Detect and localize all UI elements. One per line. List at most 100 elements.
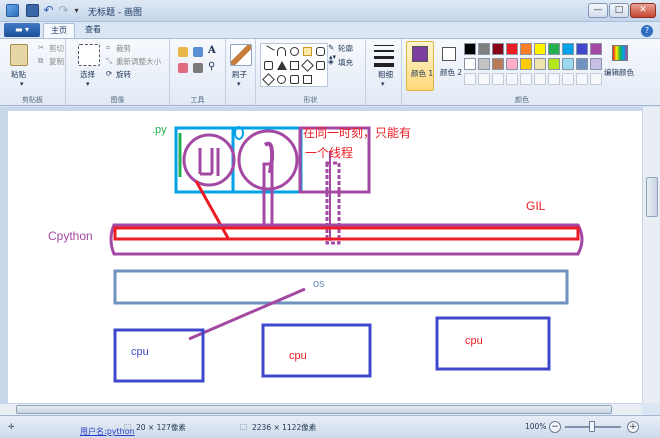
resize-icon[interactable]: ⤡ [106, 56, 112, 66]
horizontal-scroll-thumb[interactable] [16, 405, 612, 414]
palette-swatch[interactable] [576, 58, 588, 70]
fill-button[interactable]: 填充 [338, 57, 353, 68]
star-shape-icon[interactable] [303, 75, 312, 84]
copy-button[interactable]: 复制 [49, 56, 64, 67]
rotate-icon[interactable]: ⟳ [106, 69, 112, 78]
paste-dropdown-icon[interactable]: ▾ [20, 80, 24, 88]
palette-swatch[interactable] [590, 58, 602, 70]
palette-swatch[interactable] [492, 58, 504, 70]
cut-button[interactable]: 剪切 [49, 43, 64, 54]
color2-button[interactable]: 颜色 2 [438, 41, 464, 91]
undo-icon[interactable]: ↶ [42, 4, 55, 17]
palette-swatch[interactable] [576, 43, 588, 55]
curve-shape-icon[interactable] [277, 47, 286, 56]
color-picker-icon[interactable] [193, 63, 203, 73]
custom-color-slot[interactable] [520, 73, 532, 85]
select-icon[interactable] [78, 44, 100, 66]
rounded-rect-shape-icon[interactable] [316, 47, 325, 56]
quick-access-dropdown-icon[interactable]: ▾ [70, 4, 83, 17]
palette-swatch[interactable] [590, 43, 602, 55]
size-button[interactable]: 粗细 [378, 69, 393, 80]
palette-swatch[interactable] [562, 43, 574, 55]
rotate-button[interactable]: 旋转 [116, 69, 131, 80]
right-triangle-shape-icon[interactable] [290, 61, 299, 70]
vertical-scroll-thumb[interactable] [646, 177, 658, 217]
file-menu-button[interactable]: ▬ ▾ [4, 23, 40, 37]
palette-swatch[interactable] [506, 58, 518, 70]
paint-app-icon[interactable] [6, 4, 19, 17]
palette-swatch[interactable] [520, 43, 532, 55]
redo-icon[interactable]: ↷ [57, 4, 70, 17]
rectangle-shape-icon[interactable] [303, 47, 312, 56]
custom-color-slot[interactable] [590, 73, 602, 85]
custom-color-slot[interactable] [478, 73, 490, 85]
palette-swatch[interactable] [506, 43, 518, 55]
custom-color-slot[interactable] [534, 73, 546, 85]
horizontal-scrollbar[interactable] [0, 403, 642, 415]
minimize-button[interactable]: — [588, 3, 608, 18]
zoom-in-button[interactable]: + [627, 421, 639, 433]
save-icon[interactable] [26, 4, 39, 17]
line-shape-icon[interactable] [262, 45, 275, 58]
palette-swatch[interactable] [478, 58, 490, 70]
custom-color-slot[interactable] [562, 73, 574, 85]
zoom-slider-thumb[interactable] [589, 421, 595, 432]
oval-shape-icon[interactable] [290, 47, 299, 56]
select-button[interactable]: 选择 [80, 69, 95, 80]
diamond-alt-shape-icon[interactable] [262, 73, 275, 86]
crop-icon[interactable]: ⌗ [106, 43, 110, 53]
help-icon[interactable]: ? [641, 25, 653, 37]
palette-swatch[interactable] [562, 58, 574, 70]
polygon-shape-icon[interactable] [264, 61, 273, 70]
edit-colors-button[interactable]: 编辑颜色 [604, 67, 634, 78]
palette-swatch[interactable] [478, 43, 490, 55]
palette-swatch[interactable] [548, 43, 560, 55]
brushes-button[interactable]: 刷子 [232, 69, 247, 80]
custom-color-slot[interactable] [548, 73, 560, 85]
color1-button[interactable]: 颜色 1 [406, 41, 434, 91]
paste-button[interactable]: 粘贴 [11, 69, 26, 80]
resize-button[interactable]: 重新调整大小 [116, 56, 161, 67]
clipboard-group: 粘贴 ▾ ✂ 剪切 ⧉ 复制 剪贴板 [0, 39, 66, 107]
custom-color-slot[interactable] [506, 73, 518, 85]
maximize-button[interactable]: □ [609, 3, 629, 18]
tab-view[interactable]: 查看 [78, 23, 108, 38]
fill-bucket-icon[interactable] [193, 47, 203, 57]
edit-colors-icon[interactable] [612, 45, 628, 61]
custom-color-slot[interactable] [492, 73, 504, 85]
palette-swatch[interactable] [492, 43, 504, 55]
select-dropdown-icon[interactable]: ▾ [86, 80, 90, 88]
brushes-dropdown-icon[interactable]: ▾ [237, 80, 241, 88]
crop-button[interactable]: 裁剪 [116, 43, 131, 54]
palette-swatch[interactable] [534, 43, 546, 55]
drawing-canvas[interactable]: .py 在同一时刻，只能有 一个线程 GIL Cpython os cpu cp… [8, 111, 642, 403]
fill-icon[interactable]: ◈ [328, 57, 334, 66]
outline-button[interactable]: 轮廓 [338, 43, 353, 54]
copy-icon[interactable]: ⧉ [38, 56, 43, 66]
brush-icon[interactable] [230, 44, 252, 66]
vertical-scrollbar[interactable] [642, 107, 660, 403]
outline-icon[interactable]: ✎ [328, 43, 334, 52]
zoom-out-button[interactable]: − [549, 421, 561, 433]
palette-swatch[interactable] [520, 58, 532, 70]
triangle-shape-icon[interactable] [277, 61, 287, 70]
magnifier-icon[interactable]: ⚲ [208, 61, 215, 72]
custom-color-slot[interactable] [576, 73, 588, 85]
pencil-icon[interactable] [178, 47, 188, 57]
paste-icon[interactable] [10, 44, 28, 66]
hexagon-shape-icon[interactable] [277, 75, 286, 84]
close-button[interactable]: ✕ [630, 3, 656, 18]
pentagon-shape-icon[interactable] [316, 61, 325, 70]
arrow-shape-icon[interactable] [290, 75, 299, 84]
tab-home[interactable]: 主页 [43, 23, 75, 38]
palette-swatch[interactable] [534, 58, 546, 70]
text-tool-icon[interactable]: A [208, 45, 216, 56]
palette-swatch[interactable] [464, 58, 476, 70]
cut-icon[interactable]: ✂ [38, 43, 44, 52]
eraser-icon[interactable] [178, 63, 188, 73]
diamond-shape-icon[interactable] [301, 59, 314, 72]
size-dropdown-icon[interactable]: ▾ [381, 80, 385, 88]
custom-color-slot[interactable] [464, 73, 476, 85]
palette-swatch[interactable] [548, 58, 560, 70]
palette-swatch[interactable] [464, 43, 476, 55]
